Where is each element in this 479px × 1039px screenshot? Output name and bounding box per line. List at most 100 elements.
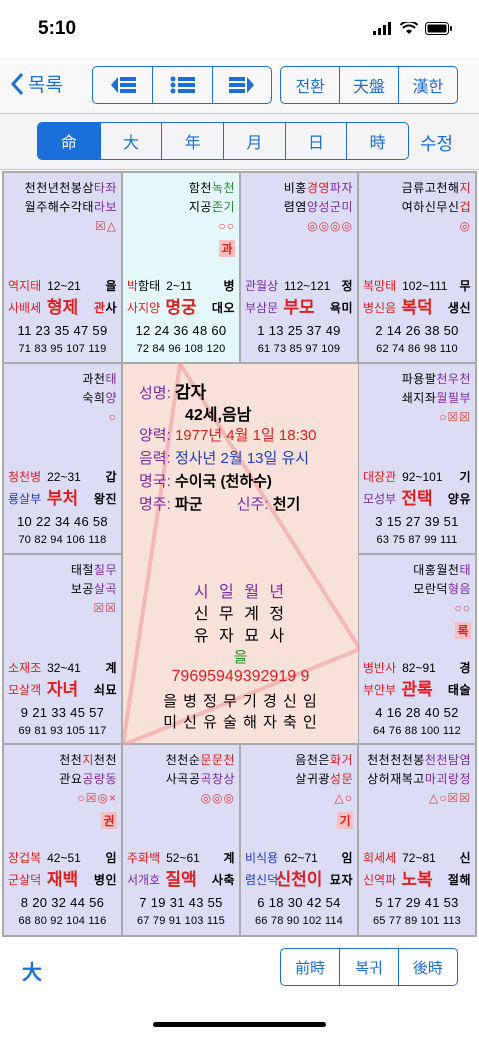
star-text: 여하신무신 bbox=[401, 200, 460, 214]
star-text: 관월상 bbox=[245, 279, 279, 293]
relation-marks: 병인 bbox=[94, 871, 117, 888]
hanja-button[interactable]: 漢한 bbox=[397, 67, 457, 103]
status-marks: △○ bbox=[334, 791, 353, 805]
left-stars-top: 복망태 102~111 bbox=[363, 277, 447, 294]
next-button[interactable] bbox=[211, 67, 271, 103]
heavenly-stem: 을 bbox=[105, 279, 117, 293]
left-stars-top: 병반사 82~91 bbox=[363, 659, 436, 676]
star-text: 청천병 bbox=[8, 470, 42, 484]
star-text: 공량동 bbox=[82, 772, 117, 786]
stars-row-2: 모란덕형음 bbox=[413, 580, 471, 597]
tab-hour[interactable]: 時 bbox=[346, 123, 408, 159]
palace-cell[interactable]: 음천은화거 살귀광성문 △○ 기 비식용 62~71 임 렴신덕 신천이 묘자 6 18 30 42… bbox=[240, 744, 358, 936]
relation-marks: 관사 bbox=[94, 299, 117, 316]
palace-cell[interactable]: 대홍월천태 모란덕형음 ○○ 록 병반사 82~91 경 부안부 관록 태술 4 16 28 40 … bbox=[358, 554, 476, 744]
stars-row-2: 살귀광성문 bbox=[295, 770, 353, 787]
stars-row-1: 천천년천봉삼타좌 bbox=[25, 179, 117, 196]
age-range: 102~111 bbox=[402, 279, 448, 293]
list-button[interactable] bbox=[152, 67, 211, 103]
age-numbers-row-2: 68 80 92 104 116 bbox=[18, 915, 107, 927]
palace-cell[interactable]: 비홍경영파자 렴염양성군미 ◎◎◎◎ 관월상 112~121 정 부삼문 부모 욕미 1 13 2… bbox=[240, 172, 358, 363]
decade-toggle-button[interactable]: 大 bbox=[22, 956, 42, 985]
stars-row-2: 렴염양성군미 bbox=[284, 198, 353, 215]
star-text: 주화백 bbox=[127, 851, 161, 865]
nav-bar: 목록 전환 天盤 漢한 bbox=[0, 58, 479, 114]
stars-row-2: 상허재복고마괴랑정 bbox=[367, 770, 471, 787]
stars-row-2: 관요공량동 bbox=[59, 770, 117, 787]
relation-marks: 절해 bbox=[448, 871, 471, 888]
transform-badge: 기 bbox=[337, 812, 353, 829]
switch-button[interactable]: 전환 bbox=[281, 67, 339, 103]
star-text: 사 bbox=[105, 301, 117, 315]
status-marks: ○ bbox=[108, 410, 117, 424]
star-text: 성문 bbox=[329, 772, 353, 786]
star-text: 천천천천봉 bbox=[367, 753, 425, 767]
tab-month[interactable]: 月 bbox=[223, 123, 285, 159]
eum-marker: 을 bbox=[233, 649, 248, 666]
star-text: 진 bbox=[105, 492, 117, 506]
heavenly-stem: 기 bbox=[459, 470, 471, 484]
palace-cell[interactable]: 천천천천봉천천탐염 상허재복고마괴랑정 △○☒☒ 희세세 72~81 신 신역파 노복 절해 5 … bbox=[358, 744, 476, 936]
relation-marks: 대오 bbox=[212, 299, 235, 316]
star-text: 장겁복 bbox=[8, 851, 42, 865]
tab-year[interactable]: 年 bbox=[161, 123, 223, 159]
chevron-left-icon bbox=[10, 72, 24, 95]
palace-cell[interactable]: 과천태 숙희양 ○ 청천병 22~31 갑 룡살부 부처 왕진 10 22 34 46 58 70 … bbox=[3, 363, 122, 554]
palace-cell[interactable]: 함천녹천 지공존기 ○○ 과 박함태 2~11 병 사지양 명궁 대오 12 24 36 48 60… bbox=[122, 172, 240, 363]
star-text: 양 bbox=[447, 492, 460, 506]
arrow-left-list-icon bbox=[110, 77, 136, 93]
star-text: 과천 bbox=[82, 372, 106, 386]
heavenly-stem: 병 bbox=[223, 279, 235, 293]
age-range: 12~21 bbox=[47, 279, 81, 293]
prev-time-button[interactable]: 前時 bbox=[281, 949, 339, 985]
star-text: 왕 bbox=[93, 492, 106, 506]
status-marks: ○○ bbox=[218, 219, 235, 233]
star-text: 욕 bbox=[329, 301, 342, 315]
tab-day[interactable]: 日 bbox=[284, 123, 347, 159]
left-stars-top: 주화백 52~61 bbox=[127, 849, 200, 866]
palace-cell[interactable]: 금류고천해지 여하신무신겁 ◎ 복망태 102~111 무 병신음 복덕 생신 2 14 26 3… bbox=[358, 172, 476, 363]
star-text: 축 bbox=[223, 873, 235, 887]
age-gender: 42세,음남 bbox=[185, 407, 252, 424]
home-indicator bbox=[153, 1022, 326, 1027]
star-text: 병반사 bbox=[363, 661, 397, 675]
palace-cell[interactable]: 천천년천봉삼타좌 월주해수각태라보 ☒△ 역지태 12~21 을 사배세 형제 관사 11 23 … bbox=[3, 172, 122, 363]
status-marks: ○○ bbox=[454, 601, 471, 615]
age-numbers-row-1: 12 24 36 48 60 bbox=[135, 323, 227, 338]
status-marks: ○☒◎× bbox=[77, 791, 117, 805]
back-button[interactable]: 목록 bbox=[10, 70, 63, 97]
star-text: 지공 bbox=[188, 200, 212, 214]
star-text: 천천 bbox=[59, 753, 83, 767]
prev-button[interactable] bbox=[93, 67, 152, 103]
star-text: 월주해수각태 bbox=[24, 200, 94, 214]
palace-cell[interactable]: 파용팔천우천 쇄지좌월필부 ○☒☒ 대장관 92~101 기 모성부 전택 양유 3 15 27 … bbox=[358, 363, 476, 554]
heaven-board-button[interactable]: 天盤 bbox=[339, 67, 397, 103]
left-stars-top: 청천병 22~31 bbox=[8, 468, 81, 485]
edit-button[interactable]: 수정 bbox=[420, 130, 453, 156]
tab-decade[interactable]: 大 bbox=[99, 123, 162, 159]
restore-button[interactable]: 복귀 bbox=[339, 949, 397, 985]
star-text: 라보 bbox=[93, 200, 117, 214]
age-numbers-row-1: 2 14 26 38 50 bbox=[375, 323, 459, 338]
star-text: 상허재복고 bbox=[367, 772, 425, 786]
bottom-toolbar: 大 前時 복귀 後時 bbox=[0, 938, 479, 1039]
age-numbers-row-2: 62 74 86 98 110 bbox=[376, 343, 458, 355]
next-time-button[interactable]: 後時 bbox=[397, 949, 457, 985]
status-bar: 5:10 bbox=[0, 0, 479, 58]
stars-row-2: 지공존기 bbox=[189, 198, 235, 215]
solar-date: 1977년 4월 1일 18:30 bbox=[174, 427, 317, 444]
heavenly-stem: 무 bbox=[459, 279, 471, 293]
heavenly-stem: 경 bbox=[459, 661, 471, 675]
star-text: 관요 bbox=[59, 772, 83, 786]
badge-text: 과 bbox=[219, 240, 235, 257]
palace-cell[interactable]: 천천순문문천 사곡공곡창상 ◎◎◎ 주화백 52~61 계 서개호 질액 사축 7 19 31 4… bbox=[122, 744, 240, 936]
star-text: 천천 bbox=[93, 753, 117, 767]
left-stars-top: 역지태 12~21 bbox=[8, 277, 81, 294]
star-text: 살귀광 bbox=[295, 772, 330, 786]
palace-cell[interactable]: 태절칠무 보공살곡 ☒☒ 소재조 32~41 계 모살객 자녀 쇠묘 9 21 33 45 57 6… bbox=[3, 554, 122, 744]
stars-row-1: 천천지천천 bbox=[59, 751, 117, 768]
palace-cell[interactable]: 천천지천천 관요공량동 ○☒◎× 권 장겁복 42~51 임 군살덕 재백 병인 8 20 32 4… bbox=[3, 744, 122, 936]
star-text: 관 bbox=[93, 301, 106, 315]
star-text: 형음 bbox=[447, 582, 471, 596]
tab-life[interactable]: 命 bbox=[38, 123, 100, 159]
